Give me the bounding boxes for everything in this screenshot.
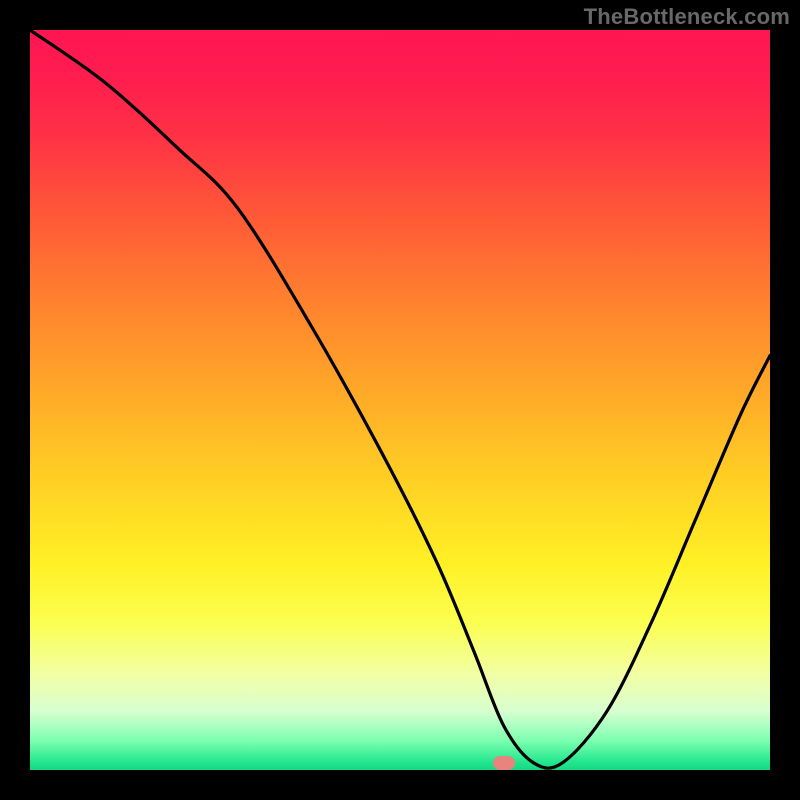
watermark-label: TheBottleneck.com (584, 4, 790, 30)
bottleneck-curve (30, 30, 770, 770)
chart-frame: TheBottleneck.com (0, 0, 800, 800)
plot-area (30, 30, 770, 770)
optimal-marker (493, 756, 515, 770)
